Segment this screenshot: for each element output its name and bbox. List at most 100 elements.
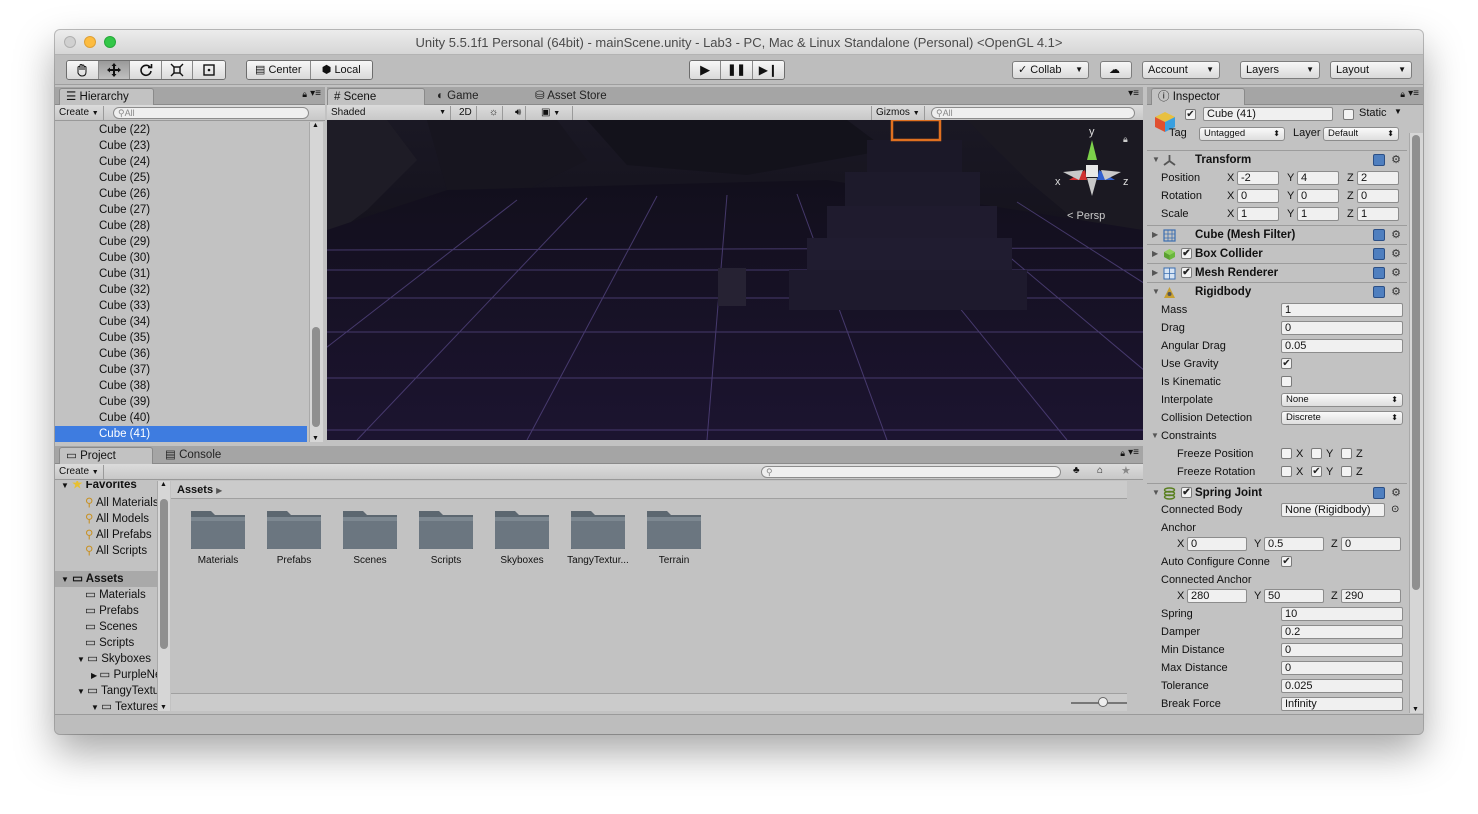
scene-gizmo[interactable]: y x z < Persp 🔒︎	[1049, 126, 1129, 222]
hierarchy-create-button[interactable]: Create ▼	[55, 106, 104, 120]
hierarchy-item[interactable]: Cube (41)	[55, 426, 307, 442]
use-gravity-checkbox[interactable]: ✔	[1281, 358, 1292, 369]
transform-component-header[interactable]: ▼ Transform ⚙	[1147, 150, 1407, 169]
move-tool-button[interactable]	[98, 61, 131, 79]
favorite-star-icon[interactable]: ★	[1121, 464, 1131, 477]
hand-tool-button[interactable]	[67, 61, 99, 79]
gear-icon[interactable]: ⚙	[1391, 245, 1401, 263]
connected-anchor-y-field[interactable]: 50	[1264, 589, 1324, 603]
maximize-window-button[interactable]	[104, 36, 116, 48]
freeze-position-row-z-checkbox[interactable]	[1341, 448, 1352, 459]
shading-mode-dropdown[interactable]: Shaded ▼	[327, 106, 451, 120]
hierarchy-item[interactable]: Cube (27)	[55, 202, 307, 218]
spring-row-field[interactable]: 10	[1281, 607, 1403, 621]
hierarchy-item[interactable]: Cube (40)	[55, 410, 307, 426]
scene-search-input[interactable]: ⚲All	[931, 107, 1135, 119]
rotation-row-x-field[interactable]: 0	[1237, 189, 1279, 203]
project-create-button[interactable]: Create ▼	[55, 465, 104, 479]
help-book-icon[interactable]	[1373, 267, 1385, 279]
spring-joint-enabled-checkbox[interactable]: ✔	[1181, 487, 1192, 498]
anchor-z-field[interactable]: 0	[1341, 537, 1401, 551]
gear-icon[interactable]: ⚙	[1391, 264, 1401, 282]
asset-folder-tile[interactable]	[265, 507, 323, 551]
interpolate-dropdown[interactable]: None ⬍	[1281, 393, 1403, 407]
hierarchy-item[interactable]: Cube (39)	[55, 394, 307, 410]
asset-tree-item[interactable]: ▭ Scripts	[55, 635, 134, 651]
icon-size-slider-knob[interactable]	[1098, 697, 1108, 707]
tab-project[interactable]: ▭ Project	[59, 447, 153, 464]
asset-folder-tile[interactable]	[189, 507, 247, 551]
position-row-x-field[interactable]: -2	[1237, 171, 1279, 185]
asset-tree-item[interactable]: ▭ Prefabs	[55, 603, 139, 619]
pivot-center-toggle[interactable]: ▤ Center	[247, 61, 311, 79]
tab-console[interactable]: ▤ Console	[159, 447, 249, 464]
hierarchy-item[interactable]: Cube (25)	[55, 170, 307, 186]
scroll-down-icon[interactable]: ▼	[160, 704, 167, 711]
asset-folder-tile[interactable]	[569, 507, 627, 551]
chevron-down-icon[interactable]: ▼	[1394, 107, 1402, 116]
asset-tree-item[interactable]: ▭ Scenes	[55, 619, 137, 635]
layer-dropdown[interactable]: Default ⬍	[1323, 127, 1399, 141]
asset-folder-tile[interactable]	[493, 507, 551, 551]
min-distance-row-field[interactable]: 0	[1281, 643, 1403, 657]
asset-folder-tile[interactable]	[417, 507, 475, 551]
scale-row-z-field[interactable]: 1	[1357, 207, 1399, 221]
connected-anchor-x-field[interactable]: 280	[1187, 589, 1247, 603]
cloud-button[interactable]: ☁	[1100, 61, 1132, 79]
inspector-scrollbar[interactable]: ▼	[1409, 133, 1423, 713]
favorites-header[interactable]: ▼ ★ Favorites	[55, 481, 137, 493]
spring-joint-component-header[interactable]: ▼ ✔ Spring Joint ⚙	[1147, 483, 1407, 502]
lock-icon[interactable]: 🔒︎	[1400, 89, 1405, 100]
scale-tool-button[interactable]	[161, 61, 194, 79]
freeze-position-row-y-checkbox[interactable]	[1311, 448, 1322, 459]
panel-menu-icon[interactable]: ▾≡	[1128, 88, 1139, 99]
tab-asset-store[interactable]: ⛁ Asset Store	[529, 88, 639, 105]
step-button[interactable]: ▶❙	[752, 61, 784, 79]
mass-row-field[interactable]: 1	[1281, 303, 1403, 317]
rotate-tool-button[interactable]	[130, 61, 162, 79]
hierarchy-item[interactable]: Cube (34)	[55, 314, 307, 330]
audio-toggle[interactable]: 🔊︎	[511, 106, 527, 120]
max-distance-row-field[interactable]: 0	[1281, 661, 1403, 675]
freeze-rotation-row-z-checkbox[interactable]	[1341, 466, 1352, 477]
tab-scene[interactable]: # Scene	[327, 88, 425, 105]
connected-body-field[interactable]: None (Rigidbody)	[1281, 503, 1385, 517]
persp-label[interactable]: < Persp	[1067, 210, 1105, 222]
gear-icon[interactable]: ⚙	[1391, 226, 1401, 244]
asset-tree-item[interactable]: ▼ ▭ Skyboxes	[55, 651, 151, 667]
drag-row-field[interactable]: 0	[1281, 321, 1403, 335]
active-checkbox[interactable]: ✔	[1185, 109, 1196, 120]
assets-breadcrumb[interactable]: Assets ▶	[171, 481, 1127, 499]
account-dropdown[interactable]: Account ▼	[1142, 61, 1220, 79]
gear-icon[interactable]: ⚙	[1391, 151, 1401, 169]
connected-anchor-z-field[interactable]: 290	[1341, 589, 1401, 603]
rotation-row-y-field[interactable]: 0	[1297, 189, 1339, 203]
collision-dropdown[interactable]: Discrete ⬍	[1281, 411, 1403, 425]
close-window-button[interactable]	[64, 36, 76, 48]
hierarchy-item[interactable]: Cube (29)	[55, 234, 307, 250]
asset-tree-item[interactable]: ▶ ▭ PurpleNebula	[55, 667, 157, 683]
hierarchy-item[interactable]: Cube (35)	[55, 330, 307, 346]
hierarchy-item[interactable]: Cube (37)	[55, 362, 307, 378]
object-name-field[interactable]: Cube (41)	[1203, 107, 1333, 121]
pause-button[interactable]: ❚❚	[721, 61, 753, 79]
mesh-renderer-enabled-checkbox[interactable]: ✔	[1181, 267, 1192, 278]
effects-dropdown[interactable]: ▣ ▼	[537, 106, 573, 120]
rotation-row-z-field[interactable]: 0	[1357, 189, 1399, 203]
tolerance-row-field[interactable]: 0.025	[1281, 679, 1403, 693]
layout-dropdown[interactable]: Layout ▼	[1330, 61, 1412, 79]
position-row-y-field[interactable]: 4	[1297, 171, 1339, 185]
expand-triangle-icon[interactable]: ▼	[1151, 427, 1159, 445]
favorite-item[interactable]: ⚲ All Prefabs	[55, 527, 152, 543]
play-button[interactable]: ▶	[690, 61, 722, 79]
gizmo-lock-icon[interactable]: 🔒︎	[1123, 134, 1128, 145]
static-checkbox[interactable]	[1343, 109, 1354, 120]
scroll-down-icon[interactable]: ▼	[312, 435, 319, 442]
pivot-local-toggle[interactable]: ⬢ Local	[310, 61, 372, 79]
hierarchy-item[interactable]: Cube (22)	[55, 122, 307, 138]
hierarchy-item[interactable]: Cube (24)	[55, 154, 307, 170]
tab-game[interactable]: ◐ Game	[431, 88, 521, 105]
lock-icon[interactable]: 🔒︎	[302, 89, 307, 100]
hierarchy-item[interactable]: Cube (38)	[55, 378, 307, 394]
hierarchy-item[interactable]: Cube (28)	[55, 218, 307, 234]
